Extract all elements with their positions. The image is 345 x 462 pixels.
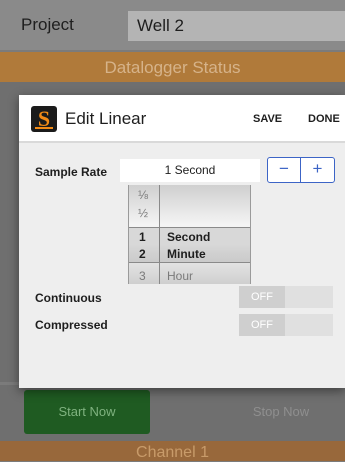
increment-button[interactable]: +	[301, 158, 334, 182]
dialog-title: Edit Linear	[65, 109, 147, 128]
sample-rate-field[interactable]: 1 Second	[120, 159, 260, 182]
save-button[interactable]: SAVE	[253, 113, 282, 125]
dialog-header: S Edit Linear SAVE DONE	[19, 95, 345, 141]
project-field[interactable]: Well 2	[128, 11, 345, 41]
start-now-label: Start Now	[58, 404, 116, 419]
channel-title: Channel 1	[136, 444, 209, 461]
datalogger-status-header: Datalogger Status	[0, 52, 345, 82]
decrement-button[interactable]: −	[268, 158, 301, 182]
sample-rate-value: 1 Second	[164, 163, 216, 177]
project-value: Well 2	[137, 16, 184, 35]
channel-header: Channel 1	[0, 441, 345, 461]
s-logo-icon: S	[31, 106, 57, 132]
edit-linear-dialog: S Edit Linear SAVE DONE Sample Rate 1 Se…	[19, 95, 345, 388]
sample-rate-picker[interactable]: ⅛ ½ 1 2 3 Second Minute Hour	[128, 185, 251, 284]
picker-option[interactable]: ⅛	[138, 188, 148, 202]
picker-option[interactable]: Second	[167, 230, 210, 244]
done-button[interactable]: DONE	[308, 113, 340, 125]
picker-option[interactable]: 3	[139, 269, 146, 283]
sample-rate-stepper: − +	[267, 157, 335, 183]
project-label: Project	[21, 15, 74, 34]
start-now-button[interactable]: Start Now	[24, 390, 150, 434]
picker-option[interactable]: ½	[138, 206, 148, 220]
picker-option[interactable]: 2	[139, 247, 146, 261]
app-top-bar: Project Well 2	[0, 0, 345, 50]
continuous-label: Continuous	[35, 291, 102, 305]
picker-option[interactable]: Minute	[167, 247, 206, 261]
sample-rate-label: Sample Rate	[35, 165, 108, 179]
picker-option[interactable]: 1	[139, 230, 146, 244]
compressed-label: Compressed	[35, 318, 108, 332]
stop-now-button[interactable]: Stop Now	[218, 404, 344, 419]
compressed-toggle-state: OFF	[239, 314, 285, 336]
continuous-toggle[interactable]: OFF	[239, 286, 333, 308]
picker-option[interactable]: Hour	[167, 269, 193, 283]
datalogger-status-title: Datalogger Status	[104, 58, 241, 77]
dialog-body: Sample Rate 1 Second − + ⅛ ½ 1 2 3 Secon…	[19, 143, 345, 388]
compressed-toggle[interactable]: OFF	[239, 314, 333, 336]
continuous-toggle-state: OFF	[239, 286, 285, 308]
